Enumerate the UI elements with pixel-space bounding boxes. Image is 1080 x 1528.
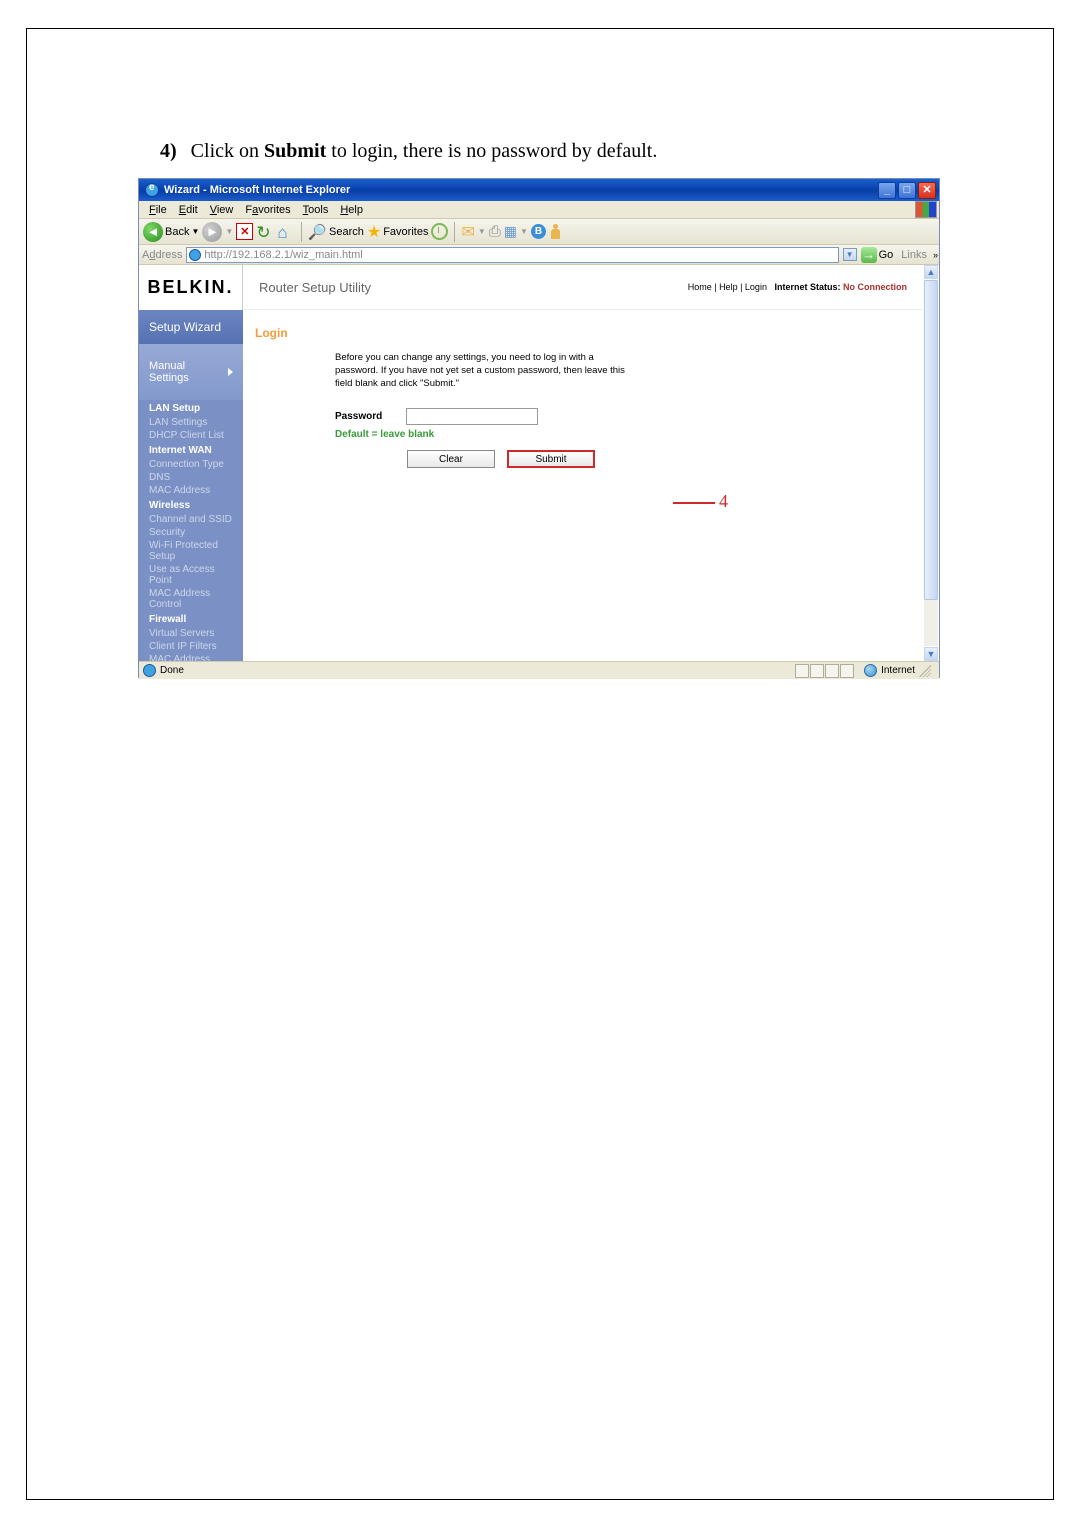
nav-channel-ssid[interactable]: Channel and SSID bbox=[139, 513, 243, 526]
password-input[interactable] bbox=[406, 408, 538, 425]
status-label: Internet Status: bbox=[774, 282, 840, 292]
maximize-button[interactable]: □ bbox=[898, 182, 916, 199]
status-page-icon bbox=[143, 664, 156, 677]
manual-settings-link[interactable]: Manual Settings bbox=[139, 344, 243, 400]
menu-tools[interactable]: Tools bbox=[297, 204, 335, 216]
clear-button[interactable]: Clear bbox=[407, 450, 495, 468]
nav-lan-settings[interactable]: LAN Settings bbox=[139, 416, 243, 429]
refresh-button[interactable]: ↻ bbox=[256, 223, 274, 241]
nav-security[interactable]: Security bbox=[139, 526, 243, 539]
status-zone: Internet bbox=[881, 665, 915, 676]
nav-wps[interactable]: Wi-Fi Protected Setup bbox=[139, 539, 243, 563]
header-login-link[interactable]: Login bbox=[745, 282, 767, 292]
sidebar: BELKIN. Setup Wizard Manual Settings LAN… bbox=[139, 265, 243, 661]
utility-title: Router Setup Utility bbox=[259, 280, 371, 295]
print-button[interactable]: ⎙ bbox=[489, 223, 501, 240]
submit-button[interactable]: Submit bbox=[507, 450, 595, 468]
go-button[interactable]: →Go bbox=[861, 247, 894, 263]
statusbar: Done Internet bbox=[139, 661, 939, 679]
nav-mac-address[interactable]: MAC Address bbox=[139, 484, 243, 497]
address-label: Address bbox=[142, 249, 182, 261]
window-title: Wizard - Microsoft Internet Explorer bbox=[164, 184, 350, 196]
history-button[interactable] bbox=[431, 223, 448, 240]
home-button[interactable]: ⌂ bbox=[277, 223, 295, 241]
menubar: File Edit View Favorites Tools Help bbox=[139, 201, 939, 219]
browser-window: Wizard - Microsoft Internet Explorer _ □… bbox=[138, 178, 940, 678]
toolbar-separator bbox=[301, 222, 302, 242]
scroll-down-button[interactable]: ▼ bbox=[924, 647, 938, 661]
bluetooth-icon[interactable]: B bbox=[531, 224, 546, 239]
login-heading: Login bbox=[243, 310, 923, 348]
password-label: Password bbox=[335, 411, 382, 422]
status-done: Done bbox=[160, 665, 184, 676]
scroll-up-button[interactable]: ▲ bbox=[924, 265, 938, 279]
menu-view[interactable]: View bbox=[204, 204, 240, 216]
toolbar-separator bbox=[454, 222, 455, 242]
mail-button[interactable]: ✉ bbox=[461, 222, 474, 242]
menu-file[interactable]: File bbox=[143, 204, 173, 216]
nav-section-wan: Internet WAN bbox=[139, 442, 243, 458]
favorites-button[interactable]: ★Favorites bbox=[367, 222, 429, 242]
utility-header: Router Setup Utility Home | Help | Login… bbox=[243, 265, 923, 310]
nav-ip-filters[interactable]: Client IP Filters bbox=[139, 640, 243, 653]
page-icon bbox=[189, 249, 201, 261]
status-segments bbox=[795, 664, 854, 678]
nav-connection-type[interactable]: Connection Type bbox=[139, 458, 243, 471]
instruction-step-4: 4)Click on Submit to login, there is no … bbox=[160, 140, 657, 163]
login-form: Password Default = leave blank Clear Sub… bbox=[243, 390, 923, 468]
menu-help[interactable]: Help bbox=[334, 204, 369, 216]
titlebar[interactable]: Wizard - Microsoft Internet Explorer _ □… bbox=[139, 179, 939, 201]
content-area: ▲ ▼ BELKIN. Setup Wizard Manual Settings… bbox=[139, 265, 939, 661]
nav-section-wireless: Wireless bbox=[139, 497, 243, 513]
callout-line bbox=[673, 502, 715, 504]
header-help-link[interactable]: Help bbox=[719, 282, 738, 292]
back-button[interactable]: ◄Back ▼ bbox=[143, 222, 199, 242]
nav-dhcp-clients[interactable]: DHCP Client List bbox=[139, 429, 243, 442]
windows-flag-icon[interactable] bbox=[915, 201, 937, 218]
menu-favorites[interactable]: Favorites bbox=[239, 204, 296, 216]
nav-virtual-servers[interactable]: Virtual Servers bbox=[139, 627, 243, 640]
main-content: Router Setup Utility Home | Help | Login… bbox=[243, 265, 923, 661]
step-number: 4) bbox=[160, 140, 177, 162]
login-description: Before you can change any settings, you … bbox=[243, 348, 633, 390]
messenger-icon[interactable] bbox=[549, 224, 563, 239]
ie-icon bbox=[145, 183, 159, 197]
scrollbar-thumb[interactable] bbox=[924, 280, 938, 600]
nav-section-lan: LAN Setup bbox=[139, 400, 243, 416]
setup-wizard-link[interactable]: Setup Wizard bbox=[139, 310, 243, 344]
header-home-link[interactable]: Home bbox=[688, 282, 712, 292]
nav-dns[interactable]: DNS bbox=[139, 471, 243, 484]
close-button[interactable]: ✕ bbox=[918, 182, 936, 199]
stop-button[interactable]: ✕ bbox=[236, 223, 253, 240]
minimize-button[interactable]: _ bbox=[878, 182, 896, 199]
address-bar: Address http://192.168.2.1/wiz_main.html… bbox=[139, 245, 939, 265]
brand-logo: BELKIN. bbox=[139, 265, 243, 310]
forward-button[interactable]: ► bbox=[202, 222, 222, 242]
default-hint: Default = leave blank bbox=[335, 425, 923, 440]
globe-icon bbox=[864, 664, 877, 677]
address-input[interactable]: http://192.168.2.1/wiz_main.html bbox=[186, 247, 838, 263]
menu-edit[interactable]: Edit bbox=[173, 204, 204, 216]
header-links: Home | Help | Login Internet Status: No … bbox=[688, 282, 907, 292]
scrollbar-track[interactable] bbox=[924, 280, 938, 646]
nav-ap-mode[interactable]: Use as Access Point bbox=[139, 563, 243, 587]
edit-button[interactable]: ▦ bbox=[504, 223, 517, 240]
links-chevron-icon[interactable]: » bbox=[933, 250, 936, 260]
status-value: No Connection bbox=[843, 282, 907, 292]
search-button[interactable]: 🔍Search bbox=[308, 223, 364, 241]
callout-number: 4 bbox=[719, 491, 728, 512]
nav-mac-filtering[interactable]: MAC Address Filtering bbox=[139, 653, 243, 661]
toolbar: ◄Back ▼ ► ▼ ✕ ↻ ⌂ 🔍Search ★Favorites ✉▼ … bbox=[139, 219, 939, 245]
nav-section-firewall: Firewall bbox=[139, 611, 243, 627]
links-label[interactable]: Links bbox=[901, 249, 927, 261]
resize-grip[interactable] bbox=[919, 665, 931, 677]
address-dropdown[interactable]: ▼ bbox=[843, 248, 857, 261]
nav-mac-control[interactable]: MAC Address Control bbox=[139, 587, 243, 611]
